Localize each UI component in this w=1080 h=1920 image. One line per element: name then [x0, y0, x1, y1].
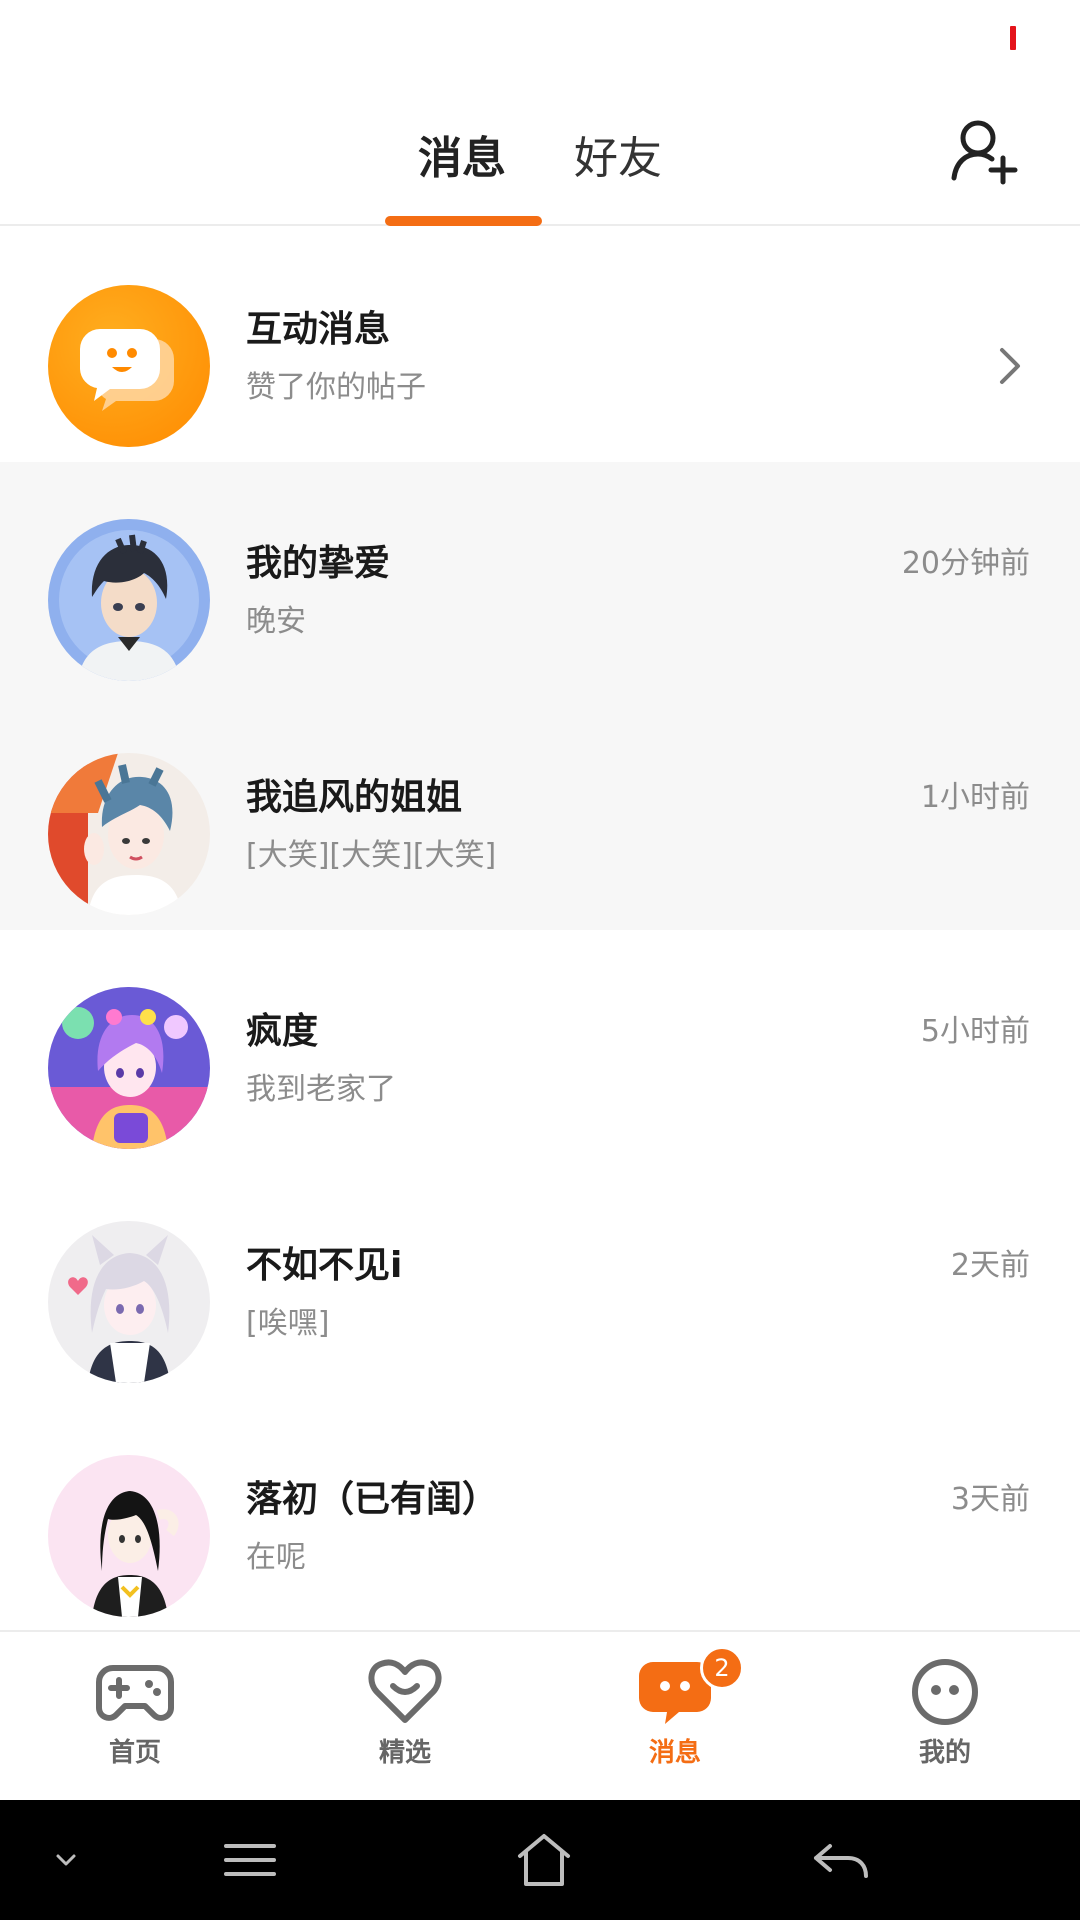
contact-name: 我的挚爱 [246, 543, 391, 584]
messages-page: 消息 好友 互动消息 赞了你的帖子 我的挚爱 晚安 20分钟前 我追风的姐姐 [… [0, 0, 1080, 1920]
message-time: 20分钟前 [901, 546, 1030, 581]
home-icon[interactable] [504, 1830, 584, 1890]
last-message: 在呢 [246, 1540, 306, 1575]
interaction-title: 互动消息 [246, 309, 391, 350]
avatar [48, 753, 210, 915]
nav-label: 首页 [108, 1738, 161, 1768]
avatar [48, 987, 210, 1149]
conversation-row[interactable]: 疯度 我到老家了 5小时前 [0, 930, 1080, 1164]
avatar [48, 519, 210, 681]
conversation-row[interactable]: 我的挚爱 晚安 20分钟前 [0, 462, 1080, 696]
active-tab-indicator [385, 216, 542, 226]
tab-friends[interactable]: 好友 [574, 122, 662, 186]
chevron-down-icon[interactable] [26, 1830, 106, 1890]
status-bar [0, 0, 1080, 80]
bottom-nav: 首页 精选 2 消息 我的 [0, 1630, 1080, 1800]
status-indicator [1010, 26, 1016, 50]
face-icon [912, 1659, 978, 1725]
last-message: 我到老家了 [246, 1072, 396, 1107]
message-time: 1小时前 [920, 780, 1030, 815]
system-nav-bar [0, 1800, 1080, 1920]
avatar [48, 1221, 210, 1383]
nav-label: 我的 [918, 1738, 971, 1768]
chevron-right-icon [1000, 348, 1020, 384]
nav-item-home[interactable]: 首页 [0, 1632, 270, 1802]
chat-bubble-icon [80, 329, 174, 411]
conversation-row[interactable]: 落初（已有闺） 在呢 3天前 [0, 1398, 1080, 1630]
back-icon[interactable] [800, 1830, 880, 1890]
nav-label: 消息 [648, 1738, 701, 1768]
message-time: 5小时前 [920, 1014, 1030, 1049]
nav-item-messages[interactable]: 2 消息 [540, 1632, 810, 1802]
message-time: 3天前 [950, 1482, 1030, 1517]
menu-icon[interactable] [210, 1830, 290, 1890]
message-list: 互动消息 赞了你的帖子 我的挚爱 晚安 20分钟前 我追风的姐姐 [大笑][大笑… [0, 228, 1080, 1630]
gamepad-icon [96, 1665, 174, 1721]
unread-badge: 2 [700, 1646, 744, 1690]
nav-item-profile[interactable]: 我的 [810, 1632, 1080, 1802]
nav-item-featured[interactable]: 精选 [270, 1632, 540, 1802]
contact-name: 我追风的姐姐 [246, 777, 463, 818]
header: 消息 好友 [0, 80, 1080, 226]
contact-name: 落初（已有闺） [246, 1479, 499, 1520]
nav-label: 精选 [378, 1738, 431, 1768]
interaction-avatar [48, 285, 210, 447]
last-message: 晚安 [246, 604, 306, 639]
contact-name: 疯度 [246, 1011, 319, 1052]
interaction-preview: 赞了你的帖子 [246, 370, 426, 405]
avatar [48, 1455, 210, 1617]
add-friend-icon[interactable] [950, 116, 1020, 186]
conversation-row[interactable]: 我追风的姐姐 [大笑][大笑][大笑] 1小时前 [0, 696, 1080, 930]
last-message: [唉嘿] [246, 1306, 330, 1341]
conversation-row[interactable]: 不如不见i [唉嘿] 2天前 [0, 1164, 1080, 1398]
interaction-messages-row[interactable]: 互动消息 赞了你的帖子 [0, 228, 1080, 462]
message-time: 2天前 [950, 1248, 1030, 1283]
tab-messages[interactable]: 消息 [418, 122, 506, 186]
heart-chat-icon [368, 1659, 442, 1723]
contact-name: 不如不见i [246, 1245, 403, 1286]
last-message: [大笑][大笑][大笑] [246, 838, 497, 873]
